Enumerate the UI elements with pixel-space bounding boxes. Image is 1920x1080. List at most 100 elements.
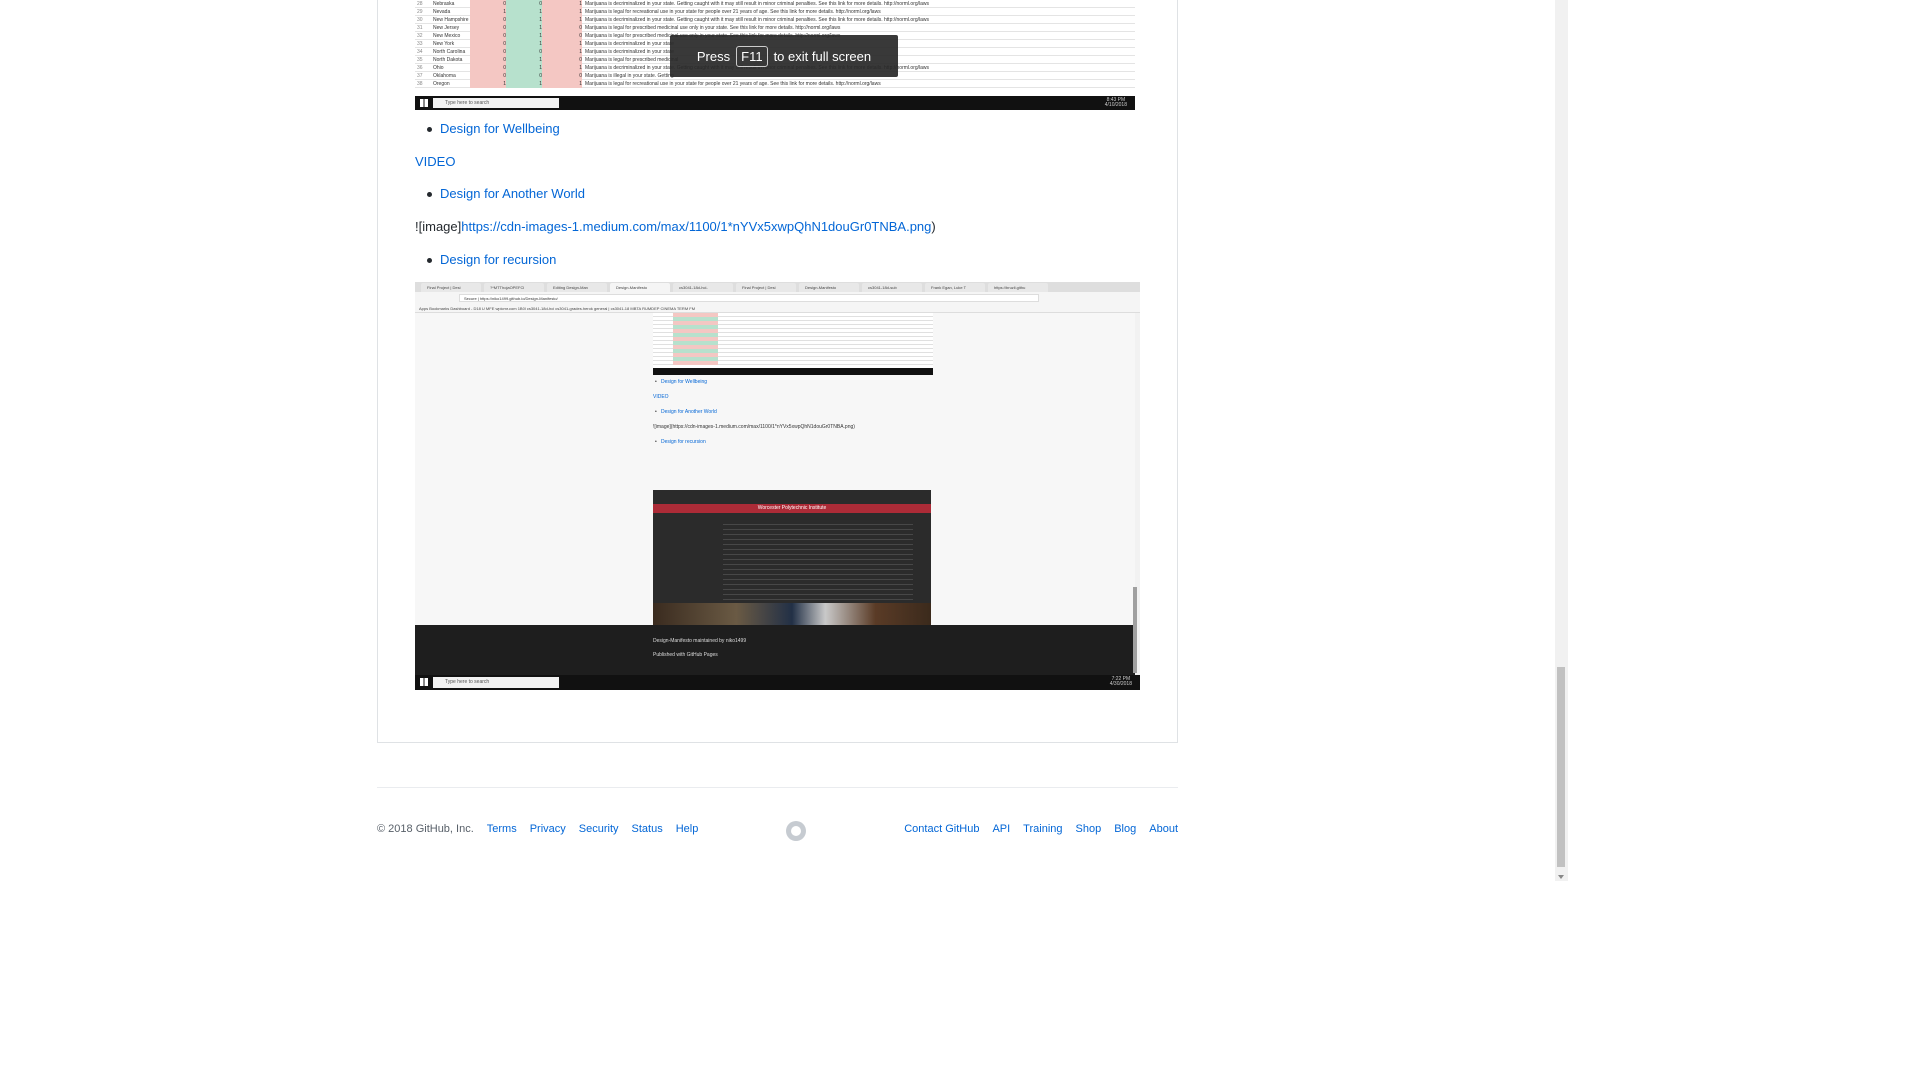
sheet-cell-state: Nevada [433, 9, 451, 15]
image-markdown-line: ![image]https://cdn-images-1.medium.com/… [415, 219, 936, 235]
sheet-cell-n: 34 [417, 49, 423, 55]
sheet-cell-state: Nebraska [433, 1, 455, 7]
sheet-cell-text: Marijuana is decriminalized in your stat… [585, 1, 930, 7]
browser-tab: Frank Egan, Luke T [925, 283, 985, 292]
sheet-cell-a: 0 [470, 24, 506, 32]
sheet-cell-a: 0 [470, 48, 506, 56]
footer-link-about[interactable]: About [1149, 823, 1178, 835]
mini-sheet-cells [673, 313, 718, 365]
link-design-for-recursion[interactable]: Design for recursion [440, 252, 556, 267]
sheet-cell-state: New Hampshire [433, 17, 469, 23]
fs-press: Press [696, 48, 731, 64]
sheet-cell-state: New Jersey [433, 25, 460, 31]
sheet-cell-n: 38 [417, 81, 423, 87]
sheet-cell-b: 1 [506, 64, 542, 72]
link-design-for-another-world[interactable]: Design for Another World [440, 186, 585, 201]
embedded-scrollbar [1133, 587, 1137, 673]
link-video[interactable]: VIDEO [415, 154, 455, 170]
sheet-cell-a: 0 [470, 32, 506, 40]
mini-link-another-world: Design for Another World [655, 409, 717, 415]
sheet-cell-c: 0 [542, 56, 582, 64]
sheet-cell-n: 33 [417, 41, 423, 47]
sheet-cell-b: 0 [506, 0, 542, 8]
footer-link-contact[interactable]: Contact GitHub [904, 823, 979, 835]
site-footer: © 2018 GitHub, Inc. Terms Privacy Securi… [377, 823, 1178, 839]
sheet-cell-c: 1 [542, 0, 582, 8]
footer-link-security[interactable]: Security [579, 823, 619, 835]
footer-link-api[interactable]: API [992, 823, 1010, 835]
browser-address-bar: Secure | https://niko1499.github.io/Desi… [415, 292, 1140, 304]
footer-link-shop[interactable]: Shop [1076, 823, 1102, 835]
sheet-cell-a: 1 [470, 80, 506, 88]
fullscreen-exit-notification: Press F11 to exit full screen [670, 35, 898, 77]
wpi-menu-columns [723, 520, 913, 600]
sheet-cell-c: 1 [542, 80, 582, 88]
browser-tab: cs3041-18d-sub [862, 283, 922, 292]
sheet-cell-b: 1 [506, 24, 542, 32]
windows-icon [420, 99, 428, 107]
footer-link-privacy[interactable]: Privacy [530, 823, 566, 835]
sheet-cell-text: Marijuana is decriminalized in your stat… [585, 17, 930, 23]
link-design-for-wellbeing[interactable]: Design for Wellbeing [440, 121, 560, 136]
footer-link-terms[interactable]: Terms [487, 823, 517, 835]
windows-icon [420, 678, 428, 686]
sheet-cell-a: 0 [470, 56, 506, 64]
sheet-cell-a: 0 [470, 64, 506, 72]
image-url-link[interactable]: https://cdn-images-1.medium.com/max/1100… [461, 219, 931, 234]
mini-spreadsheet [653, 313, 933, 375]
browser-tab: Final Project | Desi [421, 283, 481, 292]
footer-link-status[interactable]: Status [632, 823, 663, 835]
footer-link-help[interactable]: Help [676, 823, 699, 835]
sheet-cell-a: 0 [470, 0, 506, 8]
mini-image-line: ![image](https://cdn-images-1.medium.com… [653, 424, 855, 430]
mini-link-wellbeing: Design for Wellbeing [655, 379, 707, 385]
sheet-cell-b: 1 [506, 8, 542, 16]
sheet-cell-n: 32 [417, 33, 423, 39]
sheet-cell-a: 0 [470, 16, 506, 24]
github-logo-icon[interactable] [786, 821, 806, 841]
sheet-cell-a: 0 [470, 40, 506, 48]
embedded-taskbar-2: Type here to search 7:22 PM 4/30/2018 [415, 675, 1140, 690]
taskbar-search: Type here to search [433, 98, 559, 108]
image-suffix: ) [931, 219, 936, 234]
scrollbar-thumb[interactable] [1557, 667, 1565, 867]
footer-link-training[interactable]: Training [1023, 823, 1062, 835]
clock-date: 4/10/2018 [1104, 102, 1127, 108]
sheet-cell-state: Oklahoma [433, 73, 456, 79]
sheet-cell-c: 0 [542, 72, 582, 80]
footer-link-blog[interactable]: Blog [1114, 823, 1136, 835]
embedded-screenshot-browser: Final Project | Desi ?*MTThojaOPEFCl Editi… [415, 282, 1140, 690]
mini-wpi-screenshot: Worcester Polytechnic Institute [653, 490, 931, 644]
sheet-cell-c: 1 [542, 16, 582, 24]
sheet-cell-n: 36 [417, 65, 423, 71]
list-item-recursion: Design for recursion [426, 252, 556, 268]
footer-left: © 2018 GitHub, Inc. Terms Privacy Securi… [377, 823, 698, 835]
sheet-cell-n: 29 [417, 9, 423, 15]
mini-footer-maintained: Design-Manifesto maintained by niko1499 [653, 638, 747, 644]
mini-taskbar [653, 368, 933, 375]
sheet-row: 29 Nevada 1 1 1 Marijuana is legal for recrea… [415, 8, 1135, 16]
page-scrollbar[interactable] [1555, 0, 1568, 881]
sheet-cell-n: 28 [417, 1, 423, 7]
mini-link-video: VIDEO [653, 394, 669, 400]
sheet-cell-a: 1 [470, 8, 506, 16]
mini-link-recursion: Design for recursion [655, 439, 706, 445]
sheet-cell-b: 1 [506, 40, 542, 48]
f11-key: F11 [736, 45, 768, 67]
footer-copyright: © 2018 GitHub, Inc. [377, 823, 474, 835]
sheet-cell-b: 0 [506, 48, 542, 56]
scroll-down-arrow-icon[interactable] [1558, 875, 1564, 879]
footer-right: Contact GitHub API Training Shop Blog Ab… [904, 823, 1178, 835]
sheet-cell-state: Oregon [433, 81, 450, 87]
sheet-cell-text: Marijuana is legal for recreational use … [585, 9, 881, 15]
browser-bookmarks-bar: Apps Bookmarks Dashboard - D18 U MFE wpi… [415, 304, 1140, 313]
browser-tab: Design-Manifesto [799, 283, 859, 292]
sheet-cell-c: 1 [542, 64, 582, 72]
image-prefix: ![image] [415, 219, 462, 234]
sheet-cell-n: 31 [417, 25, 423, 31]
browser-tab: cs3041-18d-hci- [673, 283, 733, 292]
taskbar-clock-2: 7:22 PM 4/30/2018 [1110, 677, 1132, 687]
readme-container: 28 Nebraska 0 0 1 Marijuana is decriminalized… [377, 0, 1178, 743]
wpi-header: Worcester Polytechnic Institute [653, 504, 931, 513]
sheet-cell-text: Marijuana is legal for recreational use … [585, 81, 881, 87]
